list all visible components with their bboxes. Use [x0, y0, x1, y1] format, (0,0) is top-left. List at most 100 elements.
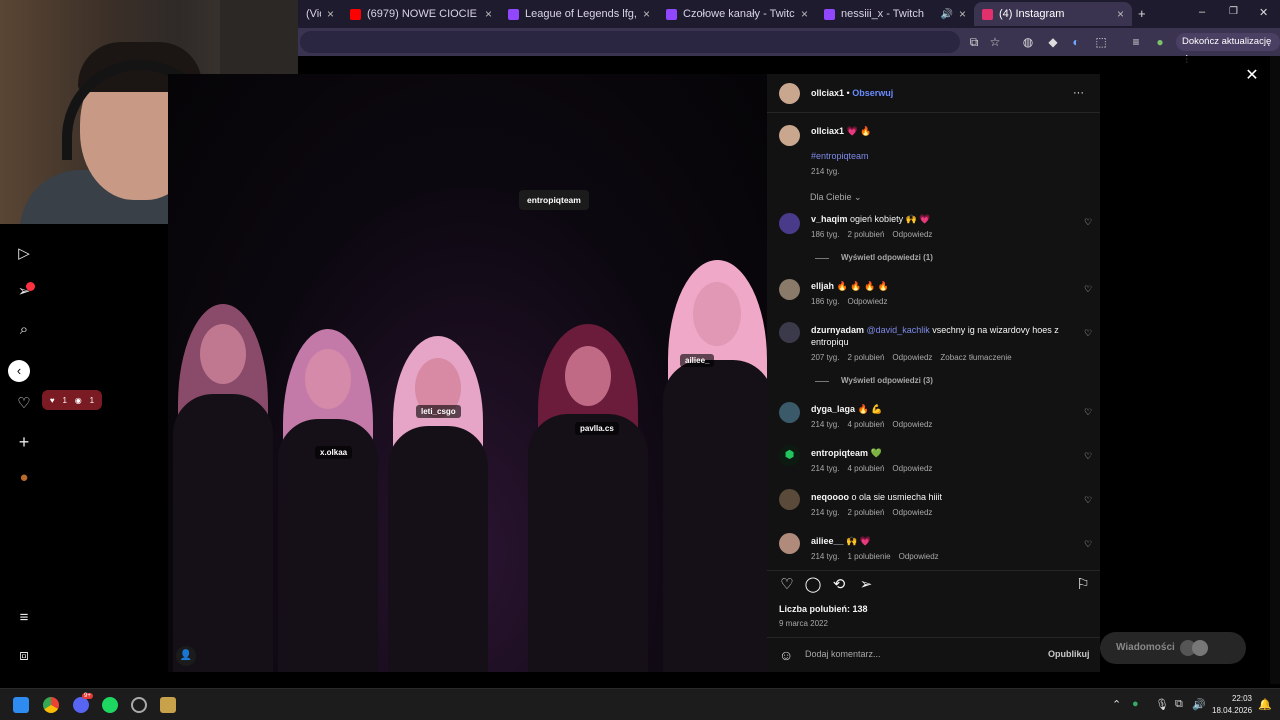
view-replies-button[interactable]: Wyświetl odpowiedzi (1) [841, 253, 933, 262]
tab-youtube[interactable]: (6979) NOWE CIOCIE ale to UK × [342, 2, 500, 26]
follow-button[interactable]: Obserwuj [852, 88, 893, 98]
reply-button[interactable]: Odpowiedz [892, 230, 932, 239]
extension-icon[interactable]: ◍ [1020, 34, 1036, 50]
spotify-icon[interactable] [102, 697, 118, 713]
tab-nessiii[interactable]: nessiii_x - Twitch 🔊 × [816, 2, 974, 26]
comment-likes[interactable]: 2 polubień [847, 230, 884, 239]
update-button[interactable]: Dokończ aktualizację ⋮ [1176, 33, 1280, 65]
messages-button[interactable]: Wiadomości [1100, 632, 1246, 664]
comment-username[interactable]: ailiee__ [811, 536, 844, 546]
hashtag-link[interactable]: #entropiqteam [811, 151, 869, 161]
reply-button[interactable]: Odpowiedz [847, 297, 887, 306]
create-plus-icon[interactable]: + [14, 432, 34, 452]
new-tab-button[interactable]: + [1138, 6, 1146, 21]
windows-start-icon[interactable] [13, 697, 29, 713]
like-comment-icon[interactable]: ♡ [1083, 284, 1093, 294]
comment-username[interactable]: elljah [811, 281, 834, 291]
meta-apps-icon[interactable]: ⧈ [14, 646, 34, 666]
sort-dropdown[interactable]: Dla Ciebie ⌄ [810, 192, 862, 203]
tray-app-icon[interactable]: ● [1132, 698, 1139, 710]
app-icon[interactable] [131, 697, 147, 713]
close-modal-icon[interactable]: ✕ [1244, 68, 1260, 84]
microphone-icon[interactable]: 🎙 [1155, 698, 1169, 711]
reading-list-icon[interactable]: ≡ [1128, 34, 1144, 50]
emoji-picker-icon[interactable]: ☺ [779, 647, 793, 663]
comment-likes[interactable]: 4 polubień [847, 464, 884, 473]
chrome-icon[interactable] [43, 697, 59, 713]
tab-close-icon[interactable]: × [327, 7, 334, 21]
tab-close-icon[interactable]: × [643, 7, 650, 21]
like-heart-icon[interactable]: ♡ [778, 576, 796, 594]
speaker-icon[interactable]: 🔊 [941, 9, 953, 20]
notification-bell-icon[interactable]: 🔔 [1258, 698, 1272, 711]
tagged-people-icon[interactable]: 👤 [176, 646, 196, 666]
commenter-avatar[interactable] [779, 402, 800, 423]
photo-tag[interactable]: x.olkaa [315, 446, 353, 459]
caption-username[interactable]: ollciax1 [811, 126, 844, 136]
extension-icon[interactable]: ◆ [1045, 34, 1061, 50]
save-bookmark-icon[interactable]: ⚐ [1074, 576, 1092, 594]
maximize-button[interactable]: ❐ [1229, 6, 1238, 17]
cast-icon[interactable]: ⧉ [966, 34, 982, 50]
publish-button[interactable]: Opublikuj [1048, 649, 1090, 659]
commenter-avatar[interactable] [779, 322, 800, 343]
profile-icon[interactable]: ● [1152, 34, 1168, 50]
window-close-button[interactable]: ✕ [1259, 6, 1268, 19]
like-comment-icon[interactable]: ♡ [1083, 407, 1093, 417]
like-comment-icon[interactable]: ♡ [1083, 539, 1093, 549]
commenter-avatar[interactable] [779, 489, 800, 510]
clock[interactable]: 22:03 18.04.2026 [1212, 694, 1252, 715]
like-comment-icon[interactable]: ♡ [1083, 217, 1093, 227]
photo-tag-main[interactable]: entropiqteam [519, 190, 589, 210]
photo-tag[interactable]: pavlla.cs [575, 422, 619, 435]
reply-button[interactable]: Odpowiedz [899, 552, 939, 561]
more-options-icon[interactable]: ··· [1073, 87, 1084, 99]
league-client-icon[interactable] [160, 697, 176, 713]
translate-button[interactable]: Zobacz tłumaczenie [940, 353, 1011, 362]
comment-likes[interactable]: 4 polubień [847, 420, 884, 429]
comment-input[interactable]: Dodaj komentarz... [805, 649, 881, 659]
tab-instagram[interactable]: (4) Instagram × [974, 2, 1132, 26]
like-comment-icon[interactable]: ♡ [1083, 451, 1093, 461]
tab-close-icon[interactable]: × [485, 7, 492, 21]
extension-icon[interactable]: ◐ [1068, 34, 1084, 50]
address-field[interactable] [300, 31, 960, 53]
extensions-puzzle-icon[interactable]: ⬚ [1093, 34, 1109, 50]
like-comment-icon[interactable]: ♡ [1083, 328, 1093, 338]
comment-bubble-icon[interactable]: ◯ [804, 576, 822, 594]
comment-username[interactable]: dzurnyadam [811, 325, 864, 335]
bookmark-star-icon[interactable]: ☆ [987, 34, 1003, 50]
tab-close-icon[interactable]: × [959, 7, 966, 21]
notifications-heart-icon[interactable]: ♡ [14, 394, 34, 414]
tab-close-icon[interactable]: × [801, 7, 808, 21]
comment-username[interactable]: neqoooo [811, 492, 849, 502]
author-username[interactable]: ollciax1 [811, 88, 844, 98]
reels-icon[interactable]: ▷ [14, 244, 34, 264]
scrollbar[interactable] [1270, 56, 1280, 684]
comment-likes[interactable]: 2 polubień [847, 353, 884, 362]
previous-post-button[interactable]: ‹ [8, 360, 30, 382]
likes-count[interactable]: Liczba polubień: 138 [779, 604, 868, 614]
tab-league-lfg[interactable]: League of Legends lfg, to play × [500, 2, 658, 26]
reply-button[interactable]: Odpowiedz [892, 353, 932, 362]
tray-chevron-icon[interactable]: ⌃ [1112, 698, 1121, 711]
reply-button[interactable]: Odpowiedz [892, 420, 932, 429]
post-photo[interactable]: ailiee_ leti_csgo pavlla.cs x.olkaa [168, 74, 767, 672]
commenter-avatar[interactable]: ⬢ [779, 445, 800, 466]
view-replies-button[interactable]: Wyświetl odpowiedzi (3) [841, 376, 933, 385]
network-icon[interactable]: ⧉ [1175, 698, 1183, 711]
minimize-button[interactable]: – [1199, 6, 1205, 18]
like-comment-icon[interactable]: ♡ [1083, 495, 1093, 505]
comment-username[interactable]: v_haqim [811, 214, 848, 224]
discord-icon[interactable] [73, 697, 89, 713]
more-menu-icon[interactable]: ≡ [14, 608, 34, 628]
reply-button[interactable]: Odpowiedz [892, 464, 932, 473]
comment-username[interactable]: dyga_laga [811, 404, 855, 414]
commenter-avatar[interactable] [779, 533, 800, 554]
search-icon[interactable]: ⌕ [14, 320, 34, 340]
comment-likes[interactable]: 2 polubień [847, 508, 884, 517]
comment-username[interactable]: entropiqteam [811, 448, 868, 458]
commenter-avatar[interactable] [779, 279, 800, 300]
volume-icon[interactable]: 🔊 [1192, 698, 1206, 711]
caption-avatar[interactable] [779, 125, 800, 146]
